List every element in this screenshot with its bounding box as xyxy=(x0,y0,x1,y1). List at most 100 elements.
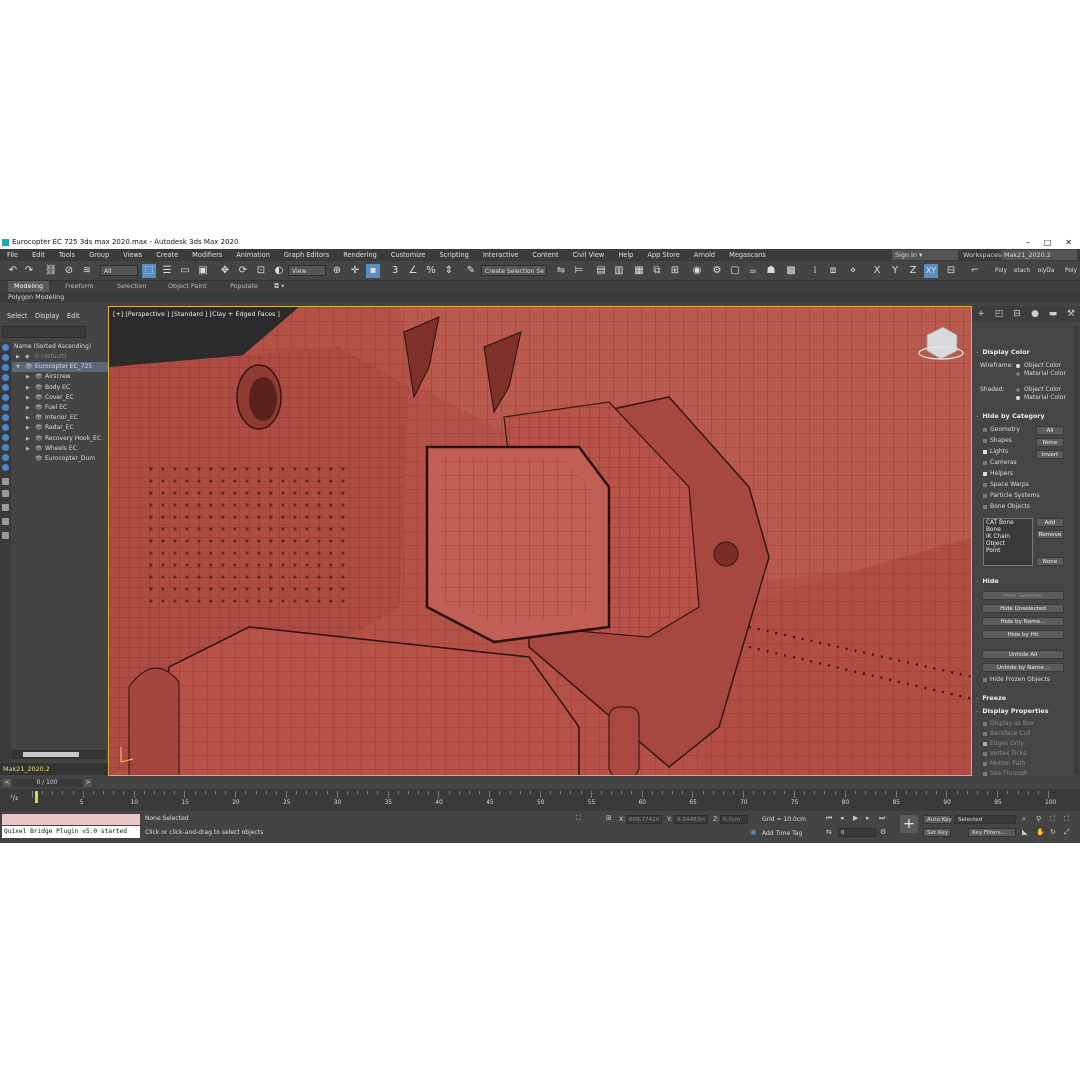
category-checkbox[interactable] xyxy=(983,450,987,454)
link-icon[interactable]: ⛓ xyxy=(44,264,58,278)
absolute-mode-icon[interactable]: ⊞ xyxy=(606,814,612,822)
key-mode-icon[interactable]: ⇆ xyxy=(826,828,832,836)
display-property-checkbox[interactable] xyxy=(983,762,987,766)
workspace-select[interactable]: Mak21_2020.2 xyxy=(1001,250,1077,260)
zoom-all-icon[interactable]: ⚲ xyxy=(1036,815,1041,823)
category-remove-button[interactable]: Remove xyxy=(1036,530,1064,539)
unhide-by-name-button[interactable]: Unhide by Name... xyxy=(982,663,1064,672)
find-icon[interactable] xyxy=(2,518,9,525)
tool-polydata-label[interactable]: olyDa xyxy=(1036,264,1056,278)
expand-arrow-icon[interactable]: ▶ xyxy=(26,423,30,433)
hide-by-name-button[interactable]: Hide by Name... xyxy=(982,617,1064,626)
visibility-eye-icon[interactable]: 👁 xyxy=(35,393,43,403)
scene-hscroll[interactable] xyxy=(12,750,106,759)
auto-key-button[interactable]: Auto Key xyxy=(923,815,952,824)
rotate-icon[interactable]: ⟳ xyxy=(236,264,250,278)
render-production-icon[interactable]: ☕ xyxy=(746,264,760,278)
goto-end-icon[interactable]: ⏭ xyxy=(879,814,885,823)
axis-y-button[interactable]: Y xyxy=(888,264,902,278)
expand-arrow-icon[interactable]: ▶ xyxy=(26,403,30,413)
menu-app-store[interactable]: App Store xyxy=(640,251,686,259)
display-property-checkbox[interactable] xyxy=(983,732,987,736)
isolate-selection-icon[interactable]: ⛶ xyxy=(576,814,581,823)
scene-hscroll-thumb[interactable] xyxy=(23,752,79,757)
expand-arrow-icon[interactable]: ▶ xyxy=(26,434,30,444)
scene-column-header[interactable]: Name (Sorted Ascending) xyxy=(12,342,108,351)
percent-snap-icon[interactable]: % xyxy=(424,264,438,278)
active-shade-icon[interactable]: ▩ xyxy=(784,264,798,278)
mirror-icon[interactable]: ⇋ xyxy=(554,264,568,278)
bind-spacewarp-icon[interactable]: ≋ xyxy=(80,264,94,278)
x-coord-field[interactable]: 609.7742n xyxy=(626,815,662,824)
category-checkbox[interactable] xyxy=(983,428,987,432)
display-cameras-icon[interactable] xyxy=(2,374,9,381)
scene-tree-row[interactable]: ▶ 👁 Recovery Hook_EC xyxy=(12,434,108,444)
tab-selection[interactable]: Selection xyxy=(117,281,146,292)
display-property-checkbox[interactable] xyxy=(983,772,987,776)
visibility-eye-icon[interactable]: 👁 xyxy=(35,454,43,464)
visibility-eye-icon[interactable]: 👁 xyxy=(35,444,43,454)
hide-unselected-button[interactable]: Hide Unselected xyxy=(982,604,1064,613)
hinge-icon[interactable]: ⌐ xyxy=(968,264,982,278)
keyboard-shortcut-icon[interactable]: ▪ xyxy=(366,264,380,278)
trackbar-toggle-icon[interactable]: ¹/₄ xyxy=(10,794,18,802)
se-menu-display[interactable]: Display xyxy=(35,312,59,320)
freeze-rollout[interactable]: Freeze xyxy=(976,694,1068,702)
material-editor-icon[interactable]: ◉ xyxy=(690,264,704,278)
display-lights-icon[interactable] xyxy=(2,364,9,371)
wire-material-color-radio[interactable] xyxy=(1016,372,1020,376)
snaps-toggle-icon[interactable]: 3 xyxy=(388,264,402,278)
se-menu-select[interactable]: Select xyxy=(7,312,27,320)
edit-named-sets-icon[interactable]: ✎ xyxy=(464,264,478,278)
toggle-ribbon-icon[interactable]: ▦ xyxy=(632,264,646,278)
scene-tree-row[interactable]: ▶ 👁 Cover_EC xyxy=(12,393,108,403)
select-object-icon[interactable]: ⬚ xyxy=(142,264,156,278)
display-xrefs-icon[interactable] xyxy=(2,414,9,421)
expand-arrow-icon[interactable]: ▶ xyxy=(26,413,30,423)
menu-help[interactable]: Help xyxy=(611,251,640,259)
polygon-modeling-label[interactable]: Polygon Modeling xyxy=(8,292,64,303)
time-next-button[interactable]: > xyxy=(84,779,92,787)
scene-explorer-icon[interactable]: ▤ xyxy=(594,264,608,278)
key-filters-button[interactable]: Key Filters... xyxy=(968,828,1016,837)
utilities-tab-icon[interactable]: ⚒ xyxy=(1062,309,1080,319)
minimize-button[interactable]: – xyxy=(1026,236,1030,249)
display-groups-icon[interactable] xyxy=(2,404,9,411)
category-list[interactable]: CAT Bone Bone IK Chain Object Point xyxy=(983,518,1033,566)
tab-modeling[interactable]: Modeling xyxy=(8,281,50,292)
menu-civil-view[interactable]: Civil View xyxy=(566,251,612,259)
configure-icon[interactable] xyxy=(2,532,9,539)
tool-poly-label[interactable]: Poly xyxy=(993,264,1009,278)
hierarchy-tab-icon[interactable]: ⊟ xyxy=(1008,309,1026,319)
schematic-view-icon[interactable]: ⊞ xyxy=(668,264,682,278)
hide-selected-button[interactable]: Hide Selected xyxy=(982,591,1064,600)
menu-arnold[interactable]: Arnold xyxy=(687,251,722,259)
reference-coord-select[interactable]: View xyxy=(288,265,326,276)
visibility-eye-icon[interactable]: 👁 xyxy=(35,413,43,423)
display-all-icon[interactable] xyxy=(2,464,9,471)
scene-tree-row[interactable]: ▶ ◈ 0 (default) xyxy=(12,352,108,362)
tab-populate[interactable]: Populate xyxy=(230,281,258,292)
command-panel-scrollbar[interactable] xyxy=(1074,326,1079,774)
menu-megascans[interactable]: Megascans xyxy=(722,251,773,259)
set-key-plus-button[interactable]: + xyxy=(900,815,918,833)
display-geometry-icon[interactable] xyxy=(2,344,9,351)
category-invert-button[interactable]: Invert xyxy=(1036,450,1064,459)
z-coord-field[interactable]: 0.0cm xyxy=(720,815,748,824)
undo-icon[interactable]: ↶ xyxy=(6,264,20,278)
collapse-arrow-icon[interactable]: ▼ xyxy=(16,362,20,372)
se-menu-edit[interactable]: Edit xyxy=(67,312,80,320)
pivot-icon[interactable]: ⊕ xyxy=(330,264,344,278)
maximize-viewport-icon[interactable]: ⤢ xyxy=(1064,828,1070,837)
menu-animation[interactable]: Animation xyxy=(229,251,277,259)
category-checkbox[interactable] xyxy=(983,494,987,498)
time-tag-icon[interactable]: ▣ xyxy=(750,828,757,836)
category-checkbox[interactable] xyxy=(983,439,987,443)
tool-detach-label[interactable]: etach xyxy=(1013,264,1031,278)
zoom-extents-all-icon[interactable]: ⛶ xyxy=(1064,815,1069,824)
hide-by-category-rollout[interactable]: Hide by Category xyxy=(976,412,1068,420)
category-list-item[interactable]: IK Chain Object xyxy=(986,534,1030,548)
rect-selection-icon[interactable]: ▭ xyxy=(178,264,192,278)
visibility-eye-icon[interactable]: 👁 xyxy=(35,403,43,413)
visibility-eye-icon[interactable]: 👁 xyxy=(35,423,43,433)
